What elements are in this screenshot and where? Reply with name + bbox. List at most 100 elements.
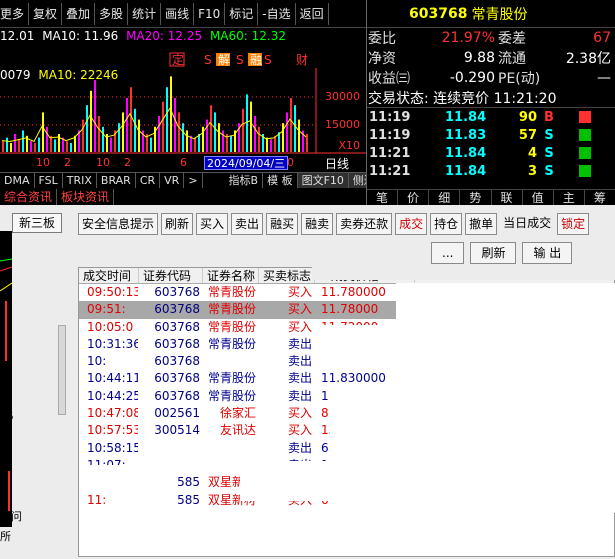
col-flag[interactable]: 买卖标志 bbox=[259, 268, 315, 283]
lock-button[interactable]: 锁定 bbox=[557, 213, 590, 235]
volume-bar bbox=[42, 112, 44, 152]
toolbar-watchlist-button[interactable]: -自选 bbox=[258, 2, 296, 25]
tab-trend[interactable]: 势 bbox=[460, 190, 492, 205]
mini-chart-svg bbox=[0, 258, 13, 511]
value-wc: 67 bbox=[593, 30, 611, 46]
vol-ma10-readout: MA10: 22246 bbox=[38, 68, 119, 82]
tab-brar[interactable]: BRAR bbox=[97, 173, 136, 188]
tick-qty: 90 bbox=[518, 109, 537, 125]
flag-s1[interactable]: S bbox=[204, 53, 212, 67]
side-scrollbar[interactable] bbox=[58, 325, 66, 415]
tab-template[interactable]: 模 板 bbox=[263, 173, 298, 188]
toolbar-back-button[interactable]: 返回 bbox=[296, 2, 329, 25]
safety-info-button[interactable]: 安全信息提示 bbox=[78, 213, 159, 235]
margin-sell-button[interactable]: 融卖 bbox=[301, 213, 334, 235]
today-fills-tab[interactable]: 当日成交 bbox=[500, 213, 554, 235]
volume-legend: 0079 MA10: 22246 bbox=[0, 68, 118, 82]
volume-bar bbox=[54, 139, 56, 152]
tab-tick[interactable]: 笔 bbox=[367, 190, 399, 205]
tab-sidebar[interactable]: 侧边栏 bbox=[348, 173, 366, 188]
export-button[interactable]: 输 出 bbox=[522, 242, 573, 264]
label-pe: PE(动) bbox=[498, 71, 541, 87]
margin-buy-button[interactable]: 融买 bbox=[266, 213, 299, 235]
toolbar-draw-button[interactable]: 画线 bbox=[161, 2, 195, 25]
kline-chart[interactable]: 12.01 MA10: 11.96 MA20: 12.25 MA60: 12.3… bbox=[0, 28, 366, 188]
toolbar-mark-button[interactable]: 标记 bbox=[225, 2, 259, 25]
buy-button[interactable]: 买入 bbox=[196, 213, 229, 235]
volume-bar bbox=[162, 101, 164, 152]
toolbar-fq-button[interactable]: 复权 bbox=[29, 2, 63, 25]
tab-fsl[interactable]: FSL bbox=[35, 173, 63, 188]
date-tick: 10 bbox=[36, 156, 50, 169]
new-board-button[interactable]: 新三板 bbox=[12, 213, 62, 233]
tab-more[interactable]: > bbox=[184, 173, 203, 188]
flag-rong[interactable]: 融 bbox=[250, 53, 262, 67]
tab-dma[interactable]: DMA bbox=[0, 173, 35, 188]
volume-bar bbox=[270, 139, 272, 152]
tab-link[interactable]: 联 bbox=[492, 190, 523, 205]
toolbar-stats-button[interactable]: 统计 bbox=[128, 2, 162, 25]
tab-general-news[interactable]: 综合资讯 bbox=[0, 189, 58, 205]
tick-qty: 4 bbox=[527, 145, 537, 161]
cell-time: 10:57:53 bbox=[87, 423, 139, 438]
tab-vr[interactable]: VR bbox=[160, 173, 185, 188]
flag-jie[interactable]: 解 bbox=[218, 53, 230, 67]
tab-trix[interactable]: TRIX bbox=[63, 173, 97, 188]
tab-chips[interactable]: 筹 bbox=[585, 190, 615, 205]
volume-bar bbox=[110, 137, 112, 152]
volume-bar bbox=[282, 123, 284, 152]
tab-f10[interactable]: 图文F10 bbox=[297, 173, 349, 188]
tab-sector-news[interactable]: 板块资讯 bbox=[57, 189, 115, 205]
date-tick: 6 bbox=[180, 156, 187, 169]
tab-detail[interactable]: 细 bbox=[429, 190, 461, 205]
value-pe: — bbox=[597, 70, 611, 86]
flag-s2[interactable]: S bbox=[236, 53, 244, 67]
cancel-order-button[interactable]: 撤单 bbox=[465, 213, 498, 235]
tab-price[interactable]: 价 bbox=[398, 190, 430, 205]
col-name[interactable]: 证券名称 bbox=[203, 268, 259, 283]
volume-bar bbox=[186, 130, 188, 152]
flag-s3[interactable]: S bbox=[264, 53, 272, 67]
flag-cai[interactable]: 财 bbox=[296, 53, 308, 67]
tab-value[interactable]: 值 bbox=[523, 190, 554, 205]
volume-bar bbox=[6, 137, 8, 152]
positions-button[interactable]: 持仓 bbox=[430, 213, 463, 235]
volume-bar bbox=[150, 137, 152, 152]
volume-bar bbox=[194, 137, 196, 152]
toolbar-overlay-button[interactable]: 叠加 bbox=[62, 2, 96, 25]
sell-button[interactable]: 卖出 bbox=[231, 213, 264, 235]
volume-bar bbox=[14, 134, 16, 152]
cell-code: 603768 bbox=[154, 285, 200, 299]
volume-bar bbox=[30, 141, 32, 152]
refresh-list-button[interactable]: 刷新 bbox=[470, 242, 517, 264]
quote-header: 603768 常青股份 bbox=[367, 0, 615, 28]
tab-main[interactable]: 主 bbox=[554, 190, 585, 205]
tab-cr[interactable]: CR bbox=[136, 173, 161, 188]
col-time[interactable]: 成交时间 bbox=[79, 268, 139, 283]
quote-row-sy: 收益㈢ -0.290 PE(动) — bbox=[367, 68, 615, 88]
tick-marker bbox=[579, 129, 591, 141]
toolbar-f10-button[interactable]: F10 bbox=[194, 2, 226, 25]
volume-bar bbox=[2, 141, 4, 152]
value-lt: 2.38亿 bbox=[565, 51, 611, 67]
volume-bar bbox=[178, 112, 180, 152]
volume-bar bbox=[230, 135, 232, 152]
tab-indicator-b[interactable]: 指标B bbox=[225, 173, 264, 188]
volume-bar bbox=[86, 105, 88, 152]
query-button[interactable]: ... bbox=[431, 242, 465, 264]
volume-bar bbox=[158, 116, 160, 152]
flag-ding[interactable]: 定 bbox=[172, 52, 184, 67]
refresh-button[interactable]: 刷新 bbox=[161, 213, 194, 235]
sell-repay-button[interactable]: 卖券还款 bbox=[336, 213, 393, 235]
volume-bar bbox=[222, 130, 224, 152]
toolbar-more-button[interactable]: 更多 bbox=[0, 2, 30, 25]
volume-bar bbox=[210, 105, 212, 152]
col-code[interactable]: 证券代码 bbox=[139, 268, 203, 283]
tick-time: 11:21 bbox=[369, 145, 411, 161]
cell-name: 常青股份 bbox=[207, 302, 256, 317]
cell-code: 002561 bbox=[154, 406, 200, 421]
filled-button[interactable]: 成交 bbox=[395, 213, 428, 235]
volume-bar bbox=[82, 119, 84, 152]
period-label[interactable]: 日线 bbox=[325, 155, 349, 172]
toolbar-multi-button[interactable]: 多股 bbox=[95, 2, 129, 25]
